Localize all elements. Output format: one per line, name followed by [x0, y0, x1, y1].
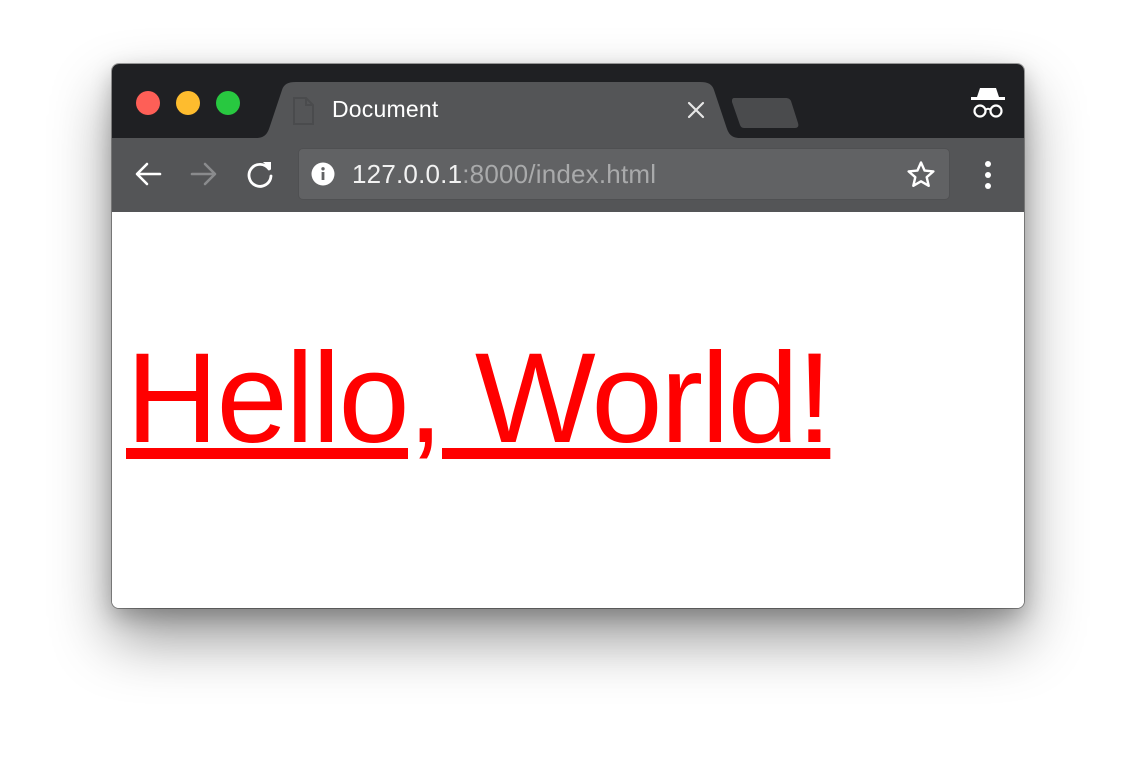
hello-world-link[interactable]: Hello, World! [126, 324, 832, 474]
document-icon [292, 97, 314, 130]
page-content: Hello, World! [112, 212, 1024, 608]
url-text: 127.0.0.1:8000/index.html [352, 159, 656, 190]
url-host: 127.0.0.1 [352, 159, 463, 189]
tab-document[interactable]: Document [256, 82, 740, 138]
new-tab-icon[interactable] [731, 98, 802, 128]
tab-background [256, 82, 740, 138]
window-maximize-button[interactable] [216, 91, 240, 115]
arrow-left-icon[interactable] [132, 158, 164, 190]
window-minimize-button[interactable] [176, 91, 200, 115]
info-icon[interactable] [310, 161, 336, 187]
star-icon[interactable] [906, 160, 936, 190]
url-path: :8000/index.html [462, 159, 657, 189]
more-vert-icon[interactable] [976, 158, 1000, 192]
incognito-icon [968, 86, 1008, 120]
reload-icon[interactable] [244, 158, 276, 190]
tab-title: Document [332, 96, 439, 122]
arrow-right-icon[interactable] [188, 158, 220, 190]
browser-toolbar: 127.0.0.1:8000/index.html [112, 138, 1024, 213]
tab-strip: Document [112, 64, 1024, 138]
address-bar[interactable]: 127.0.0.1:8000/index.html [298, 148, 950, 200]
browser-window: Document 127.0.0.1:8000/index.html Hello… [112, 64, 1024, 608]
close-icon[interactable] [684, 98, 708, 122]
window-close-button[interactable] [136, 91, 160, 115]
